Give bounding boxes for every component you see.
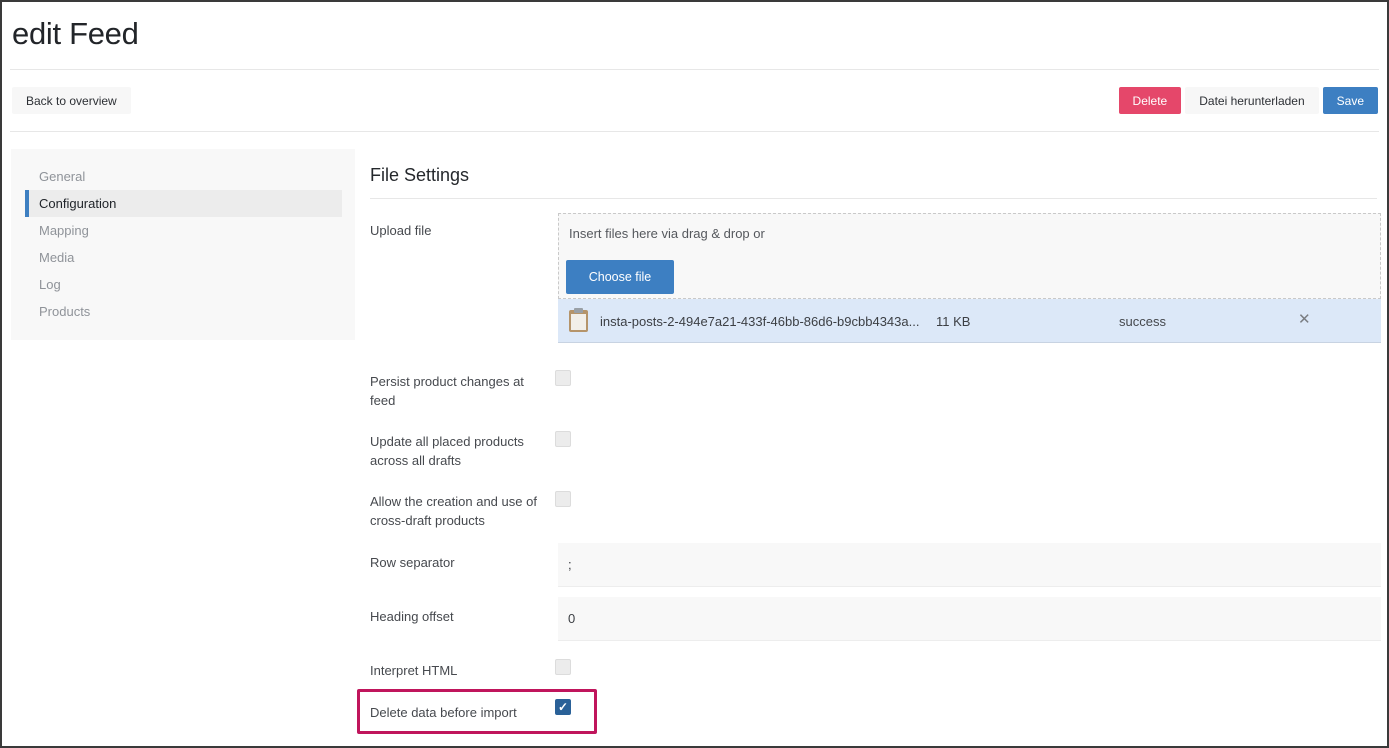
delete-button[interactable]: Delete: [1119, 87, 1182, 114]
persist-product-changes-checkbox[interactable]: [555, 370, 571, 386]
close-icon[interactable]: ✕: [1298, 312, 1311, 328]
section-title: File Settings: [370, 165, 469, 186]
download-file-button[interactable]: Datei herunterladen: [1185, 87, 1318, 114]
toolbar-actions: Delete Datei herunterladen Save: [1119, 87, 1378, 114]
clipboard-icon: [569, 310, 588, 332]
sidebar-item-general[interactable]: General: [25, 163, 342, 190]
save-button[interactable]: Save: [1323, 87, 1378, 114]
page-title: edit Feed: [12, 16, 139, 52]
sidebar-item-configuration[interactable]: Configuration: [25, 190, 342, 217]
sidebar-item-label: Media: [39, 246, 74, 269]
sidebar-item-label: General: [39, 165, 85, 188]
cross-draft-products-label: Allow the creation and use of cross-draf…: [370, 492, 542, 530]
sidebar-item-mapping[interactable]: Mapping: [25, 217, 342, 244]
sidebar-item-media[interactable]: Media: [25, 244, 342, 271]
delete-data-before-import-label: Delete data before import: [370, 703, 570, 722]
interpret-html-label: Interpret HTML: [370, 661, 542, 680]
update-placed-products-label: Update all placed products across all dr…: [370, 432, 542, 470]
persist-product-changes-label: Persist product changes at feed: [370, 372, 542, 410]
heading-offset-input[interactable]: [558, 597, 1381, 641]
choose-file-button[interactable]: Choose file: [566, 260, 674, 294]
divider-toolbar: [10, 131, 1379, 132]
file-dropzone[interactable]: Insert files here via drag & drop or Cho…: [558, 213, 1381, 299]
back-to-overview-button[interactable]: Back to overview: [12, 87, 131, 114]
file-size: 11 KB: [936, 314, 970, 329]
row-separator-label: Row separator: [370, 553, 542, 572]
heading-offset-label: Heading offset: [370, 607, 542, 626]
interpret-html-checkbox[interactable]: [555, 659, 571, 675]
sidebar-item-products[interactable]: Products: [25, 298, 342, 325]
sidebar-item-label: Log: [39, 273, 61, 296]
app-window: edit Feed Back to overview Delete Datei …: [0, 0, 1389, 748]
sidebar-item-log[interactable]: Log: [25, 271, 342, 298]
file-name: insta-posts-2-494e7a21-433f-46bb-86d6-b9…: [600, 314, 919, 329]
upload-file-label: Upload file: [370, 221, 542, 240]
dropzone-hint: Insert files here via drag & drop or: [569, 226, 765, 241]
sidebar-item-label: Mapping: [39, 219, 89, 242]
settings-nav: General Configuration Mapping Media Log …: [11, 149, 355, 340]
row-separator-input[interactable]: [558, 543, 1381, 587]
update-placed-products-checkbox[interactable]: [555, 431, 571, 447]
sidebar-item-label: Products: [39, 300, 90, 323]
cross-draft-products-checkbox[interactable]: [555, 491, 571, 507]
delete-data-before-import-checkbox[interactable]: ✓: [555, 699, 571, 715]
divider-top: [10, 69, 1379, 70]
divider-section: [370, 198, 1377, 199]
sidebar-item-label: Configuration: [39, 192, 116, 215]
file-status-badge: success: [1119, 314, 1166, 329]
uploaded-file-row: insta-posts-2-494e7a21-433f-46bb-86d6-b9…: [558, 299, 1381, 343]
